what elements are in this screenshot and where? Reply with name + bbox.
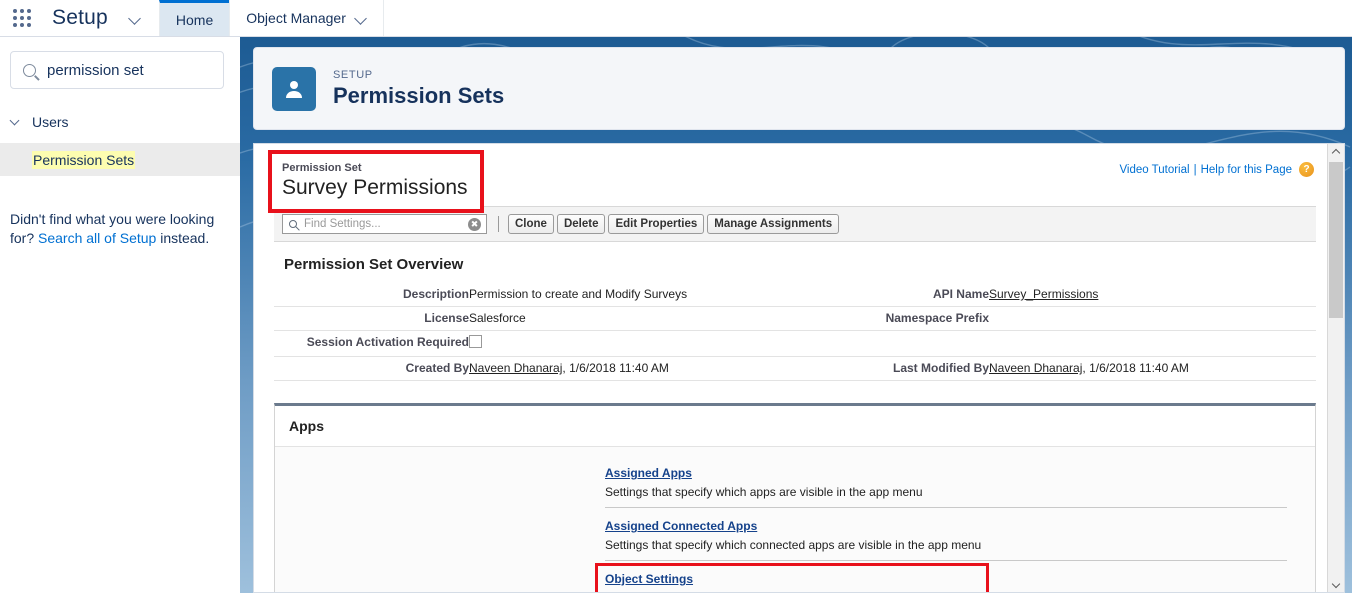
tab-object-manager-label: Object Manager <box>246 10 346 26</box>
table-row: Session Activation Required <box>274 331 1316 357</box>
table-row: Description Permission to create and Mod… <box>274 283 1316 307</box>
chevron-up-icon <box>1333 149 1340 156</box>
created-by-user-link[interactable]: Naveen Dhanaraj <box>469 361 562 375</box>
overview-heading: Permission Set Overview <box>284 256 464 273</box>
page-help-links: Video Tutorial | Help for this Page ? <box>1119 162 1314 177</box>
table-row: Created By Naveen Dhanaraj, 1/6/2018 11:… <box>274 357 1316 381</box>
app-launcher-button[interactable] <box>0 0 44 36</box>
list-item: Assigned Connected Apps Settings that sp… <box>605 508 1287 561</box>
empty-label <box>814 331 989 357</box>
sidebar-item-users-label: Users <box>32 114 69 130</box>
chevron-down-icon <box>356 13 367 24</box>
assigned-connected-apps-description: Settings that specify which connected ap… <box>605 538 982 552</box>
api-name-text: Survey_Permissions <box>989 287 1099 301</box>
search-input[interactable] <box>45 60 215 80</box>
search-icon <box>23 63 36 77</box>
search-icon <box>289 220 297 228</box>
list-item: Object Settings Permissions to access ob… <box>595 561 1287 592</box>
record-detail-panel: Permission Set Survey Permissions Video … <box>253 143 1345 593</box>
last-modified-by-date: , 1/6/2018 11:40 AM <box>1082 361 1189 375</box>
sidebar-item-users[interactable]: Users <box>0 107 240 137</box>
session-activation-label: Session Activation Required <box>306 335 469 349</box>
sidebar-item-permission-sets[interactable]: Permission Sets <box>0 143 240 176</box>
nav-spacer <box>382 0 1352 36</box>
sidebar-footnote: Didn't find what you were looking for? S… <box>10 210 224 248</box>
record-detail-inner: Permission Set Survey Permissions Video … <box>254 144 1328 592</box>
search-all-setup-link[interactable]: Search all of Setup <box>38 230 156 246</box>
apps-link-list: Assigned Apps Settings that specify whic… <box>595 447 1315 592</box>
created-by-label: Created By <box>405 361 469 375</box>
sidebar-footnote-suffix: instead. <box>156 230 210 246</box>
created-by-value: Naveen Dhanaraj, 1/6/2018 11:40 AM <box>469 357 814 381</box>
page-title: Permission Sets <box>333 82 505 108</box>
session-activation-checkbox[interactable] <box>469 335 482 348</box>
setup-label: Setup <box>52 6 108 29</box>
record-title-row: Permission Set Survey Permissions Video … <box>254 144 1328 213</box>
help-links-separator: | <box>1193 163 1197 176</box>
created-by-date: , 1/6/2018 11:40 AM <box>562 361 669 375</box>
record-eyebrow: Permission Set <box>282 162 362 174</box>
user-avatar-icon <box>272 66 316 111</box>
video-tutorial-link[interactable]: Video Tutorial <box>1119 164 1189 176</box>
help-question-icon[interactable]: ? <box>1299 162 1314 177</box>
object-settings-link[interactable]: Object Settings <box>605 572 693 586</box>
description-label: Description <box>402 287 469 301</box>
tab-object-manager[interactable]: Object Manager <box>229 0 383 36</box>
apps-section: Apps Assigned Apps Settings that specify… <box>274 403 1316 592</box>
license-label: License <box>424 311 469 325</box>
tab-home-label: Home <box>175 11 214 28</box>
global-nav-bar: Setup Home Object Manager <box>0 0 1352 37</box>
find-settings-input[interactable] <box>302 217 452 231</box>
help-for-this-page-link[interactable]: Help for this Page <box>1201 164 1292 176</box>
scroll-up-button[interactable] <box>1328 144 1344 161</box>
scroll-down-button[interactable] <box>1328 575 1344 592</box>
record-title: Survey Permissions <box>282 176 468 199</box>
vertical-scrollbar[interactable] <box>1327 144 1344 592</box>
delete-button[interactable]: Delete <box>556 214 606 234</box>
sidebar-item-permission-sets-label: Permission Sets <box>32 150 136 169</box>
toolbar-divider <box>498 216 499 232</box>
chevron-down-icon <box>1333 580 1340 587</box>
namespace-prefix-value <box>989 307 1316 331</box>
assigned-apps-link[interactable]: Assigned Apps <box>605 466 692 480</box>
assigned-connected-apps-link[interactable]: Assigned Connected Apps <box>605 519 757 533</box>
table-row: License Salesforce Namespace Prefix <box>274 307 1316 331</box>
overview-table: Description Permission to create and Mod… <box>274 283 1316 381</box>
empty-value <box>989 331 1316 357</box>
license-value: Salesforce <box>469 311 526 325</box>
manage-assignments-button[interactable]: Manage Assignments <box>707 214 840 234</box>
quick-find-box[interactable] <box>10 51 224 89</box>
permission-set-overview: Permission Set Overview Description Perm… <box>274 256 1316 381</box>
setup-menu-button[interactable]: Setup <box>44 0 159 36</box>
edit-properties-button[interactable]: Edit Properties <box>608 214 705 234</box>
list-item: Assigned Apps Settings that specify whic… <box>605 455 1287 508</box>
app-launcher-grid-icon <box>13 9 31 27</box>
namespace-prefix-label: Namespace Prefix <box>885 311 989 325</box>
last-modified-by-user-link[interactable]: Naveen Dhanaraj <box>989 361 1082 375</box>
setup-sidebar: Users Permission Sets Didn't find what y… <box>0 37 240 593</box>
setup-eyebrow: SETUP <box>333 68 373 81</box>
apps-section-body: Assigned Apps Settings that specify whic… <box>275 447 1315 592</box>
scrollbar-thumb[interactable] <box>1329 162 1343 318</box>
assigned-apps-description: Settings that specify which apps are vis… <box>605 485 923 499</box>
apps-section-heading: Apps <box>275 406 1315 447</box>
setup-search-wrapper <box>0 37 240 95</box>
last-modified-by-value: Naveen Dhanaraj, 1/6/2018 11:40 AM <box>989 357 1316 381</box>
setup-header-card: SETUP Permission Sets <box>253 47 1345 130</box>
tab-home[interactable]: Home <box>158 0 230 36</box>
clear-x-icon[interactable]: ✖ <box>468 218 481 231</box>
apps-section-left-gutter <box>275 447 605 592</box>
setup-header-text: SETUP Permission Sets <box>333 68 504 110</box>
api-name-value: Survey_Permissions <box>989 283 1316 307</box>
session-activation-value <box>469 331 814 357</box>
find-settings-box[interactable]: ✖ <box>282 214 487 234</box>
record-title-highlight-box: Permission Set Survey Permissions <box>268 150 484 213</box>
description-value: Permission to create and Modify Surveys <box>469 287 688 301</box>
chevron-down-icon <box>130 13 141 24</box>
last-modified-by-label: Last Modified By <box>892 361 989 375</box>
clone-button[interactable]: Clone <box>508 214 554 234</box>
api-name-label: API Name <box>932 287 989 301</box>
chevron-down-icon <box>10 117 20 127</box>
